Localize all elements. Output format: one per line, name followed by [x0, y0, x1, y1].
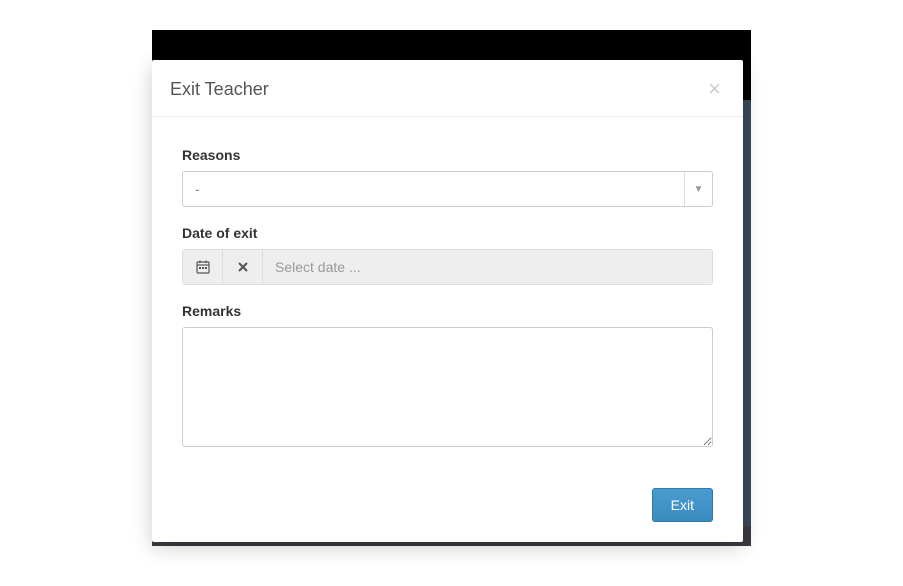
modal-footer: Exit — [152, 488, 743, 542]
clear-icon — [236, 260, 250, 274]
modal-body: Reasons - ▼ Date of exit — [152, 117, 743, 488]
calendar-icon — [196, 260, 210, 274]
remarks-label: Remarks — [182, 303, 713, 319]
date-of-exit-label: Date of exit — [182, 225, 713, 241]
exit-teacher-modal: Exit Teacher × Reasons - ▼ Date of exit — [152, 60, 743, 542]
date-input[interactable] — [263, 250, 712, 284]
close-button[interactable]: × — [704, 78, 725, 100]
date-of-exit-group: Date of exit — [182, 225, 713, 285]
modal-header: Exit Teacher × — [152, 60, 743, 117]
calendar-button[interactable] — [183, 250, 223, 284]
close-icon: × — [708, 76, 721, 101]
reasons-value: - — [183, 181, 684, 197]
remarks-textarea[interactable] — [182, 327, 713, 447]
date-input-wrap — [182, 249, 713, 285]
modal-title: Exit Teacher — [170, 79, 269, 100]
clear-date-button[interactable] — [223, 250, 263, 284]
remarks-group: Remarks — [182, 303, 713, 452]
reasons-label: Reasons — [182, 147, 713, 163]
reasons-group: Reasons - ▼ — [182, 147, 713, 207]
exit-button[interactable]: Exit — [652, 488, 713, 522]
reasons-select[interactable]: - ▼ — [182, 171, 713, 207]
chevron-down-icon: ▼ — [684, 172, 712, 206]
